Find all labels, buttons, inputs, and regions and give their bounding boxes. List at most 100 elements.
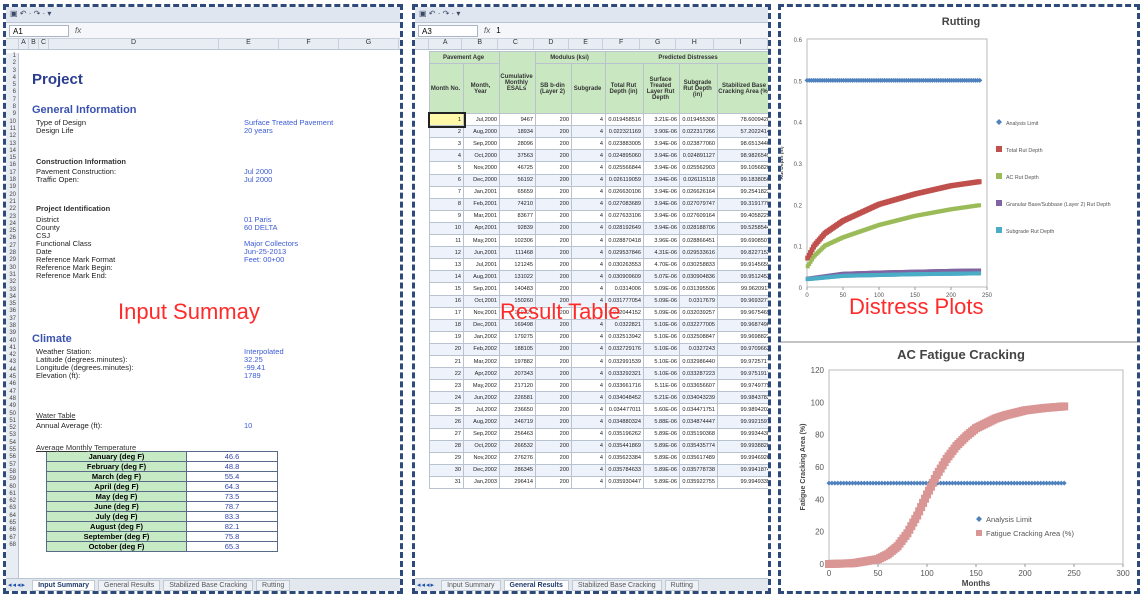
table-cell[interactable]: 99.4058229 — [717, 209, 768, 223]
column-header[interactable]: D — [534, 39, 570, 49]
table-cell[interactable]: 0.031395506 — [679, 282, 719, 296]
row-number[interactable]: 22 — [6, 206, 18, 213]
table-cell[interactable]: 0.029537846 — [605, 246, 645, 260]
table-cell[interactable]: 0.026115118 — [679, 173, 719, 187]
row-number[interactable]: 24 — [6, 221, 18, 228]
table-cell[interactable]: 0.028188706 — [679, 221, 719, 236]
row-number[interactable]: 59 — [6, 476, 18, 483]
table-cell[interactable]: 5.60E-06 — [643, 403, 681, 417]
table-cell[interactable]: 3.94E-06 — [643, 161, 681, 175]
table-cell[interactable]: 200 — [535, 282, 573, 296]
table-cell[interactable]: 0.022317266 — [679, 125, 719, 139]
row-number[interactable]: 17 — [6, 170, 18, 177]
table-cell[interactable]: 200 — [535, 149, 573, 163]
table-cell[interactable]: 200 — [535, 475, 573, 490]
table-cell[interactable]: 4 — [571, 234, 607, 248]
name-box[interactable]: A3 — [418, 24, 478, 37]
table-cell[interactable]: 0.024895060 — [605, 149, 645, 163]
table-cell[interactable]: Apr,2001 — [462, 221, 501, 236]
row-number[interactable]: 50 — [6, 411, 18, 418]
table-cell[interactable]: 20 — [429, 342, 464, 356]
table-cell[interactable]: 0.033661716 — [605, 379, 645, 393]
table-cell[interactable]: 98.9826549 — [717, 149, 768, 163]
row-number[interactable]: 26 — [6, 235, 18, 242]
table-cell[interactable]: 0.035435774 — [679, 439, 719, 453]
table-cell[interactable]: 3.94E-06 — [643, 173, 681, 187]
table-cell[interactable]: Mar,2001 — [462, 209, 501, 223]
table-cell[interactable]: 200 — [535, 270, 573, 284]
table-cell[interactable]: 197882 — [499, 354, 537, 369]
table-cell[interactable]: 5.10E-06 — [643, 330, 681, 344]
table-cell[interactable]: 200 — [535, 173, 573, 187]
table-cell[interactable]: 5.89E-06 — [643, 427, 681, 441]
table-cell[interactable]: 99.9725717 — [717, 354, 768, 369]
table-cell[interactable]: 4 — [571, 427, 607, 441]
table-cell[interactable]: 0.035784633 — [605, 463, 645, 477]
table-cell[interactable]: 0.032729176 — [605, 342, 645, 356]
row-number[interactable]: 57 — [6, 462, 18, 469]
table-cell[interactable]: 0.027609164 — [679, 209, 719, 223]
row-number[interactable]: 67 — [6, 535, 18, 542]
table-cell[interactable]: 0.026119059 — [605, 173, 645, 187]
table-cell[interactable]: Sep,2001 — [462, 282, 501, 296]
table-cell[interactable]: 0.0314006 — [605, 282, 645, 296]
table-cell[interactable]: Dec,2000 — [462, 173, 501, 187]
table-cell[interactable]: 4 — [571, 173, 607, 187]
table-cell[interactable]: 121245 — [499, 258, 537, 272]
row-number[interactable]: 23 — [6, 214, 18, 221]
row-number[interactable]: 54 — [6, 440, 18, 447]
column-header[interactable]: F — [603, 39, 641, 49]
table-cell[interactable]: 3.94E-06 — [643, 209, 681, 223]
row-number[interactable]: 36 — [6, 308, 18, 315]
table-cell[interactable]: 99.9620911 — [717, 282, 768, 296]
table-cell[interactable]: 99.1056820 — [717, 161, 768, 175]
table-cell[interactable]: 5.89E-06 — [643, 475, 681, 490]
column-header[interactable]: G — [640, 39, 677, 49]
table-cell[interactable]: 0.034477011 — [605, 403, 645, 417]
column-header[interactable]: I — [714, 39, 768, 49]
fx-icon[interactable]: fx — [75, 26, 81, 35]
row-number[interactable]: 21 — [6, 199, 18, 206]
table-cell[interactable]: 99.9687496 — [717, 318, 768, 332]
tab-input-summary[interactable]: Input Summary — [32, 579, 96, 591]
table-cell[interactable]: 22 — [429, 367, 464, 381]
table-cell[interactable]: 140483 — [499, 282, 537, 296]
table-cell[interactable]: 5.09E-06 — [643, 294, 681, 308]
table-cell[interactable]: Feb,2002 — [462, 342, 501, 356]
table-cell[interactable]: 9467 — [499, 113, 537, 127]
row-number[interactable]: 16 — [6, 162, 18, 169]
table-cell[interactable]: 0.035623384 — [605, 451, 645, 465]
row-number[interactable]: 56 — [6, 454, 18, 461]
table-cell[interactable]: Dec,2002 — [462, 463, 501, 477]
table-cell[interactable]: 5.10E-06 — [643, 318, 681, 332]
column-header[interactable]: B — [462, 39, 499, 49]
row-number[interactable]: 44 — [6, 367, 18, 374]
table-cell[interactable]: 200 — [535, 354, 573, 369]
table-cell[interactable]: 56192 — [499, 173, 537, 187]
table-cell[interactable]: 4 — [571, 282, 607, 296]
table-cell[interactable]: 200 — [535, 330, 573, 344]
row-number[interactable]: 14 — [6, 148, 18, 155]
table-cell[interactable]: 4 — [571, 197, 607, 211]
table-cell[interactable]: 99.9941874 — [717, 463, 768, 477]
table-cell[interactable]: 3.21E-06 — [643, 113, 681, 127]
table-cell[interactable]: 98.6513446 — [717, 137, 768, 151]
table-cell[interactable]: 25 — [429, 403, 464, 417]
table-cell[interactable]: Oct,2002 — [462, 439, 501, 453]
table-cell[interactable]: Dec,2001 — [462, 318, 501, 332]
table-cell[interactable]: 37563 — [499, 149, 537, 163]
table-cell[interactable]: 4 — [571, 221, 607, 236]
table-cell[interactable]: 99.9843782 — [717, 391, 768, 405]
table-cell[interactable]: 65659 — [499, 185, 537, 199]
table-cell[interactable]: Aug,2002 — [462, 415, 501, 429]
row-number[interactable]: 9 — [6, 111, 18, 118]
table-cell[interactable]: 0.027079747 — [679, 197, 719, 211]
row-number[interactable]: 52 — [6, 425, 18, 432]
table-cell[interactable]: Jan,2002 — [462, 330, 501, 344]
table-cell[interactable]: Nov,2001 — [462, 306, 501, 320]
fx-icon[interactable]: fx — [484, 26, 490, 35]
table-cell[interactable]: Nov,2000 — [462, 161, 501, 175]
table-cell[interactable]: Jan,2003 — [462, 475, 501, 490]
table-cell[interactable]: 0.028192649 — [605, 221, 645, 236]
table-cell[interactable]: 4 — [571, 161, 607, 175]
